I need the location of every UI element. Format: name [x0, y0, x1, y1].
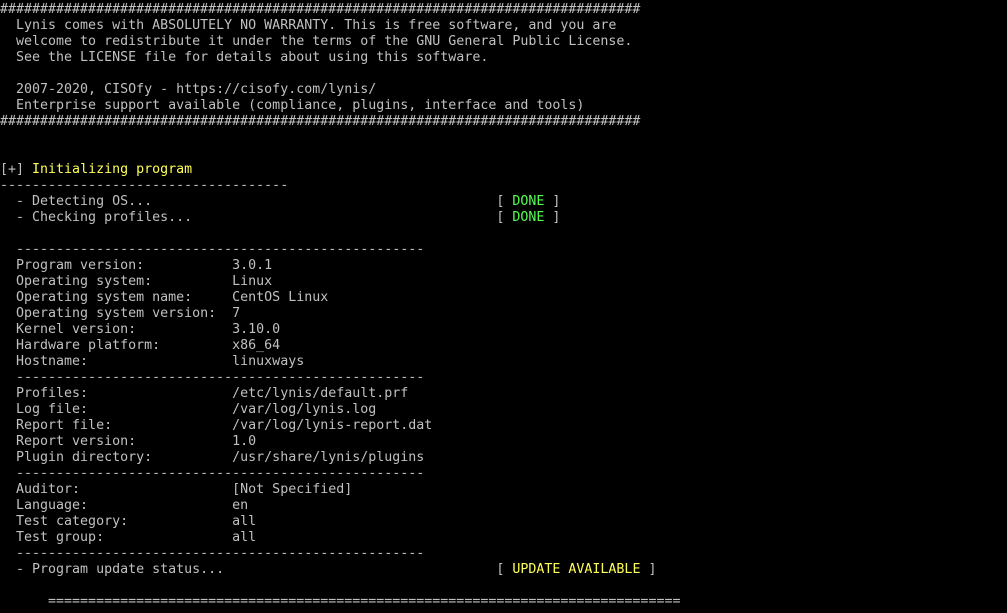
- banner-line: Lynis comes with ABSOLUTELY NO WARRANTY.…: [0, 18, 617, 33]
- banner-line: welcome to redistribute it under the ter…: [0, 34, 633, 49]
- info-line: Language: en: [0, 498, 249, 513]
- update-status: UPDATE AVAILABLE: [512, 562, 641, 577]
- info-line: Hardware platform: x86_64: [0, 338, 281, 353]
- info-line: Auditor: [Not Specified]: [0, 482, 353, 497]
- banner-line: 2007-2020, CISOfy - https://cisofy.com/l…: [0, 82, 377, 97]
- info-line: Profiles: /etc/lynis/default.prf: [0, 386, 409, 401]
- section-prefix: [+]: [0, 162, 33, 177]
- info-line: Log file: /var/log/lynis.log: [0, 402, 377, 417]
- info-line: Kernel version: 3.10.0: [0, 322, 281, 337]
- check-suffix: ]: [544, 210, 561, 225]
- update-suffix: ]: [640, 562, 657, 577]
- check-label: - Detecting OS... [: [0, 194, 513, 209]
- update-label: - Program update status... [: [0, 562, 513, 577]
- info-line: Program version: 3.0.1: [0, 258, 273, 273]
- check-status: DONE: [512, 210, 545, 225]
- update-status-line: - Program update status... [ UPDATE AVAI…: [0, 562, 1007, 578]
- check-profiles: - Checking profiles... [ DONE ]: [0, 210, 1007, 226]
- banner-line: See the LICENSE file for details about u…: [0, 50, 489, 65]
- check-detecting-os: - Detecting OS... [ DONE ]: [0, 194, 1007, 210]
- terminal-window[interactable]: ########################################…: [0, 0, 1007, 613]
- separator: ----------------------------------------…: [0, 546, 425, 561]
- check-label: - Checking profiles... [: [0, 210, 513, 225]
- info-line: Operating system: Linux: [0, 274, 273, 289]
- section-heading: [+] Initializing program: [0, 162, 1007, 178]
- bottom-rule: ========================================…: [0, 594, 681, 609]
- info-line: Plugin directory: /usr/share/lynis/plugi…: [0, 450, 425, 465]
- banner-border-bottom: ########################################…: [0, 114, 641, 129]
- banner-line-blank: [0, 66, 1007, 82]
- info-line: Test category: all: [0, 514, 257, 529]
- section-title: Initializing program: [32, 162, 193, 177]
- separator: ----------------------------------------…: [0, 370, 425, 385]
- banner-border-top: ########################################…: [0, 2, 641, 17]
- info-line: Hostname: linuxways: [0, 354, 305, 369]
- banner-line: Enterprise support available (compliance…: [0, 98, 585, 113]
- check-status: DONE: [512, 194, 545, 209]
- info-line: Operating system version: 7: [0, 306, 241, 321]
- info-line: Test group: all: [0, 530, 257, 545]
- section-underline: ------------------------------------: [0, 178, 289, 193]
- separator: ----------------------------------------…: [0, 242, 425, 257]
- info-line: Report file: /var/log/lynis-report.dat: [0, 418, 433, 433]
- info-line: Report version: 1.0: [0, 434, 257, 449]
- info-line: Operating system name: CentOS Linux: [0, 290, 329, 305]
- check-suffix: ]: [544, 194, 561, 209]
- separator: ----------------------------------------…: [0, 466, 425, 481]
